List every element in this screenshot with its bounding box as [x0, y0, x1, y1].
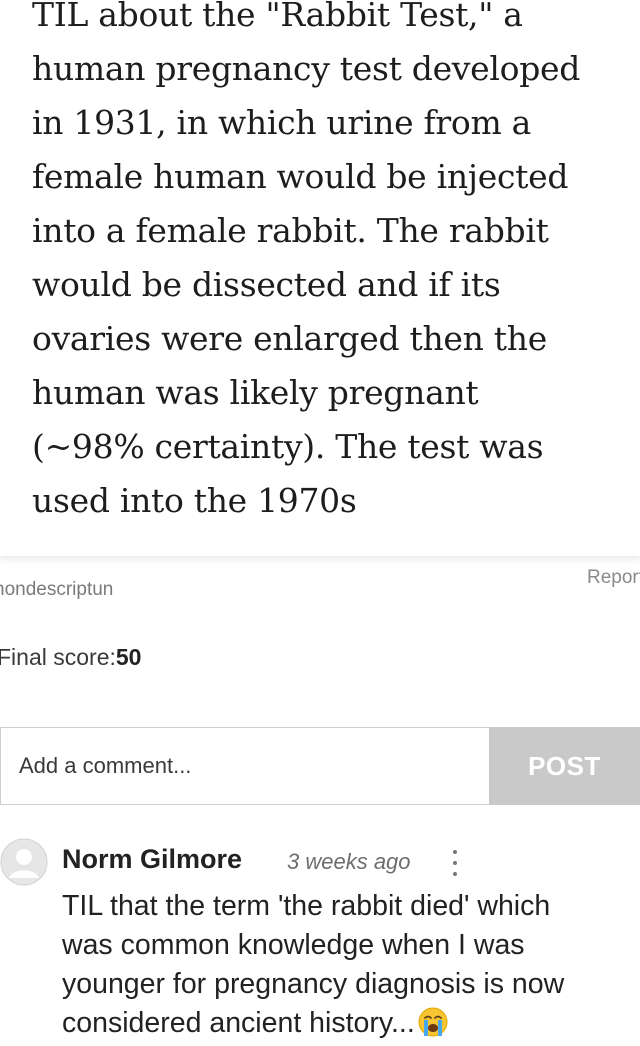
comment-input[interactable]: [19, 728, 479, 804]
comment-text: TIL that the term 'the rabbit died' whic…: [62, 887, 640, 1043]
final-score-label: Final score:: [0, 644, 116, 670]
post-text-line: TIL about the "Rabbit Test," a: [32, 0, 523, 34]
post-comment-button[interactable]: POST: [489, 727, 640, 805]
loudly-crying-face-emoji-icon: [418, 1007, 448, 1037]
comment-text-line: younger for pregnancy diagnosis is now: [62, 968, 565, 1000]
comment-box: [0, 727, 489, 805]
final-score: Final score:50: [0, 644, 141, 671]
final-score-value: 50: [115, 644, 142, 670]
post-text-line: human was likely pregnant: [32, 373, 479, 412]
post-text-line: human pregnancy test developed: [32, 49, 581, 88]
comment-timestamp: 3 weeks ago: [287, 849, 411, 874]
post-text-line: would be dissected and if its: [32, 265, 501, 304]
comment-text-line: TIL that the term 'the rabbit died' whic…: [62, 890, 551, 922]
comment-text-line: was common knowledge when I was: [62, 929, 525, 961]
post-text-line: (~98% certainty). The test was: [32, 427, 544, 466]
avatar-icon[interactable]: [0, 838, 48, 886]
post-author-link[interactable]: nondescriptun: [0, 579, 113, 601]
report-link[interactable]: Report: [587, 567, 640, 589]
post-text-line: ovaries were enlarged then the: [32, 319, 547, 358]
comment-text-line: considered ancient history...: [62, 1004, 640, 1043]
post-text-line: used into the 1970s: [32, 481, 357, 520]
comment-text-last: considered ancient history...: [62, 1007, 415, 1039]
post-card: TIL about the "Rabbit Test," a human pre…: [0, 0, 640, 557]
post-text-line: into a female rabbit. The rabbit: [32, 211, 549, 250]
comment-author-name[interactable]: Norm Gilmore: [62, 844, 242, 875]
post-text-line: female human would be injected: [32, 157, 569, 196]
post-text: TIL about the "Rabbit Test," a human pre…: [32, 0, 622, 528]
post-text-line: in 1931, in which urine from a: [32, 103, 532, 142]
comment-more-options-icon[interactable]: [450, 850, 460, 876]
